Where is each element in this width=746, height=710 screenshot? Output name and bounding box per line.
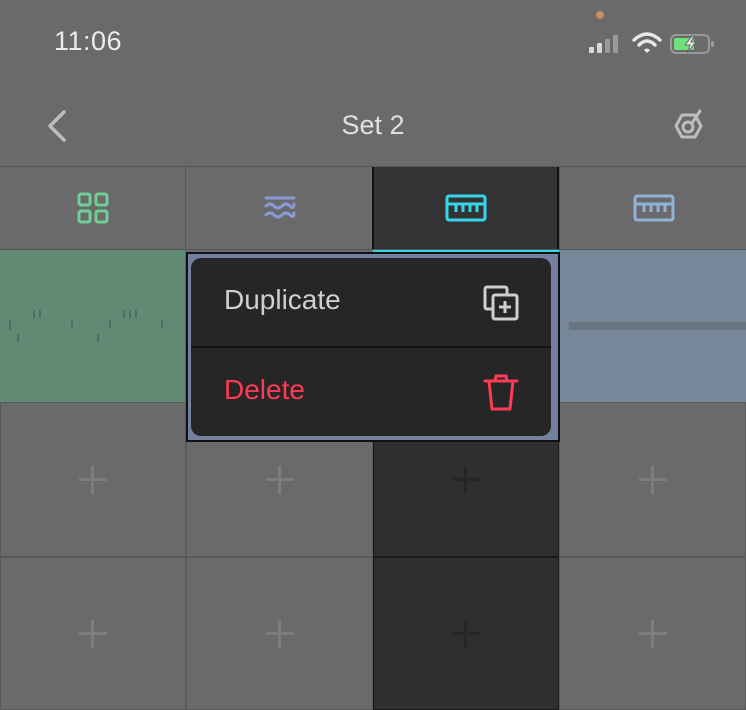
- add-clip-icon: [79, 619, 107, 648]
- midi-notes-preview: [9, 310, 163, 342]
- add-clip-icon: [265, 619, 294, 648]
- add-clip-icon: [638, 465, 667, 494]
- midi-notes-preview: [569, 322, 746, 330]
- tuner-icon[interactable]: [668, 106, 708, 146]
- delete-menu-item[interactable]: Delete: [191, 348, 551, 436]
- waves-icon: [264, 196, 295, 219]
- keyboard-icon: [445, 194, 486, 222]
- add-clip-icon: [265, 465, 294, 494]
- wifi-icon: [632, 32, 662, 53]
- track-tab-synth[interactable]: [185, 167, 373, 249]
- track-tab-keys[interactable]: [559, 167, 746, 249]
- context-menu: Duplicate Delete: [191, 258, 551, 436]
- clip-drum[interactable]: [0, 250, 186, 402]
- track-tab-drum-rack[interactable]: [0, 167, 185, 249]
- empty-slot[interactable]: [186, 557, 373, 710]
- grid-icon: [77, 192, 108, 224]
- duplicate-label: Duplicate: [224, 284, 341, 315]
- add-clip-icon: [452, 465, 480, 494]
- trash-icon: [483, 374, 519, 411]
- add-clip-icon: [452, 619, 480, 648]
- clip-keys[interactable]: [559, 250, 746, 402]
- delete-label: Delete: [224, 374, 305, 405]
- battery-charging-icon: [670, 34, 714, 54]
- track-header-row: [0, 166, 746, 250]
- empty-slot[interactable]: [559, 402, 746, 557]
- duplicate-menu-item[interactable]: Duplicate: [191, 258, 551, 346]
- empty-slot[interactable]: [0, 557, 186, 710]
- duplicate-icon: [483, 285, 519, 321]
- cellular-signal-icon: [589, 33, 623, 53]
- status-time: 11:06: [54, 26, 123, 56]
- add-clip-icon: [79, 465, 107, 494]
- page-title: Set 2: [341, 110, 405, 140]
- privacy-indicator-dot: [596, 11, 604, 19]
- empty-slot[interactable]: [559, 557, 746, 710]
- track-tab-keys-selected[interactable]: [372, 167, 559, 249]
- keyboard-icon: [633, 194, 674, 222]
- empty-slot[interactable]: [0, 402, 186, 557]
- empty-slot-selected-track[interactable]: [373, 557, 559, 710]
- add-clip-icon: [638, 619, 667, 648]
